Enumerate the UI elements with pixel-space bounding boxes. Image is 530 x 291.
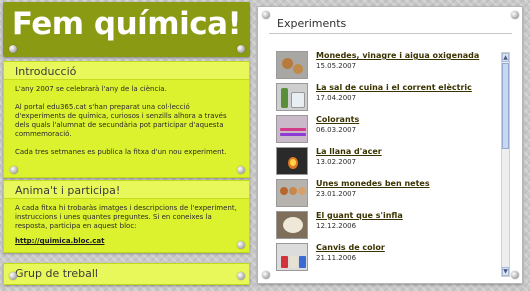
list-item[interactable]: Canvis de color 21.11.2006 — [276, 243, 498, 273]
list-item[interactable]: Colorants 06.03.2007 — [276, 115, 498, 145]
pin-icon — [262, 271, 270, 279]
intro-paragraph: Cada tres setmanes es publica la fitxa d… — [15, 148, 227, 156]
title-divider — [269, 33, 512, 34]
intro-paragraph: Al portal edu365.cat s'han preparat una … — [15, 103, 227, 138]
list-item[interactable]: La sal de cuina i el corrent elèctric 17… — [276, 83, 498, 113]
flame-thumbnail[interactable] — [276, 147, 308, 175]
scrollbar-thumb[interactable] — [502, 63, 509, 149]
experiment-link[interactable]: La sal de cuina i el corrent elèctric — [316, 83, 472, 92]
pin-icon — [9, 272, 17, 280]
intro-paragraph: L'any 2007 se celebrarà l'any de la cièn… — [15, 85, 167, 93]
pin-icon — [262, 11, 270, 19]
pin-icon — [511, 271, 519, 279]
test-tubes-thumbnail[interactable] — [276, 115, 308, 143]
participate-text: A cada fitxa hi trobaràs imatges i descr… — [15, 204, 237, 230]
experiments-list: Monedes, vinagre i aigua oxigenada 15.05… — [276, 51, 498, 277]
glove-thumbnail[interactable] — [276, 211, 308, 239]
coins-thumbnail[interactable] — [276, 179, 308, 207]
experiment-date: 23.01.2007 — [316, 190, 357, 198]
experiment-date: 15.05.2007 — [316, 62, 357, 70]
workgroup-panel[interactable]: Grup de treball — [3, 263, 250, 285]
glassware-thumbnail[interactable] — [276, 83, 308, 111]
participate-title: Anima't i participa! — [4, 181, 249, 199]
experiment-date: 12.12.2006 — [316, 222, 357, 230]
experiment-link[interactable]: Canvis de color — [316, 243, 385, 252]
experiment-date: 06.03.2007 — [316, 126, 357, 134]
site-title: Fem química! — [11, 6, 242, 42]
pin-icon — [237, 241, 245, 249]
pin-icon — [511, 11, 519, 19]
experiment-link[interactable]: La llana d'acer — [316, 147, 382, 156]
participate-panel: Anima't i participa! A cada fitxa hi tro… — [3, 180, 250, 253]
experiment-date: 13.02.2007 — [316, 158, 357, 166]
pin-icon — [9, 45, 17, 53]
experiments-scrollbar[interactable]: ▲ ▼ — [501, 52, 510, 277]
list-item[interactable]: El guant que s'infla 12.12.2006 — [276, 211, 498, 241]
pin-icon — [237, 166, 245, 174]
intro-title: Introducció — [4, 62, 249, 80]
list-item[interactable]: La llana d'acer 13.02.2007 — [276, 147, 498, 177]
list-item[interactable]: Monedes, vinagre i aigua oxigenada 15.05… — [276, 51, 498, 81]
intro-panel: Introducció L'any 2007 se celebrarà l'an… — [3, 61, 250, 178]
experiment-link[interactable]: Unes monedes ben netes — [316, 179, 430, 188]
workgroup-title[interactable]: Grup de treball — [4, 264, 249, 284]
scroll-down-icon[interactable]: ▼ — [502, 267, 509, 276]
experiment-link[interactable]: El guant que s'infla — [316, 211, 403, 220]
coins-thumbnail[interactable] — [276, 51, 308, 79]
pin-icon — [237, 45, 245, 53]
scroll-up-icon[interactable]: ▲ — [502, 53, 509, 62]
experiment-date: 21.11.2006 — [316, 254, 357, 262]
pin-icon — [237, 272, 245, 280]
experiment-date: 17.04.2007 — [316, 94, 357, 102]
blog-link[interactable]: http://quimica.bloc.cat — [15, 237, 104, 245]
experiment-link[interactable]: Monedes, vinagre i aigua oxigenada — [316, 51, 479, 60]
experiments-title: Experiments — [277, 17, 347, 30]
list-item[interactable]: Unes monedes ben netes 23.01.2007 — [276, 179, 498, 209]
experiments-panel: Experiments Monedes, vinagre i aigua oxi… — [257, 6, 523, 284]
colors-thumbnail[interactable] — [276, 243, 308, 271]
experiment-link[interactable]: Colorants — [316, 115, 359, 124]
pin-icon — [10, 166, 18, 174]
site-header: Fem química! — [3, 2, 250, 57]
